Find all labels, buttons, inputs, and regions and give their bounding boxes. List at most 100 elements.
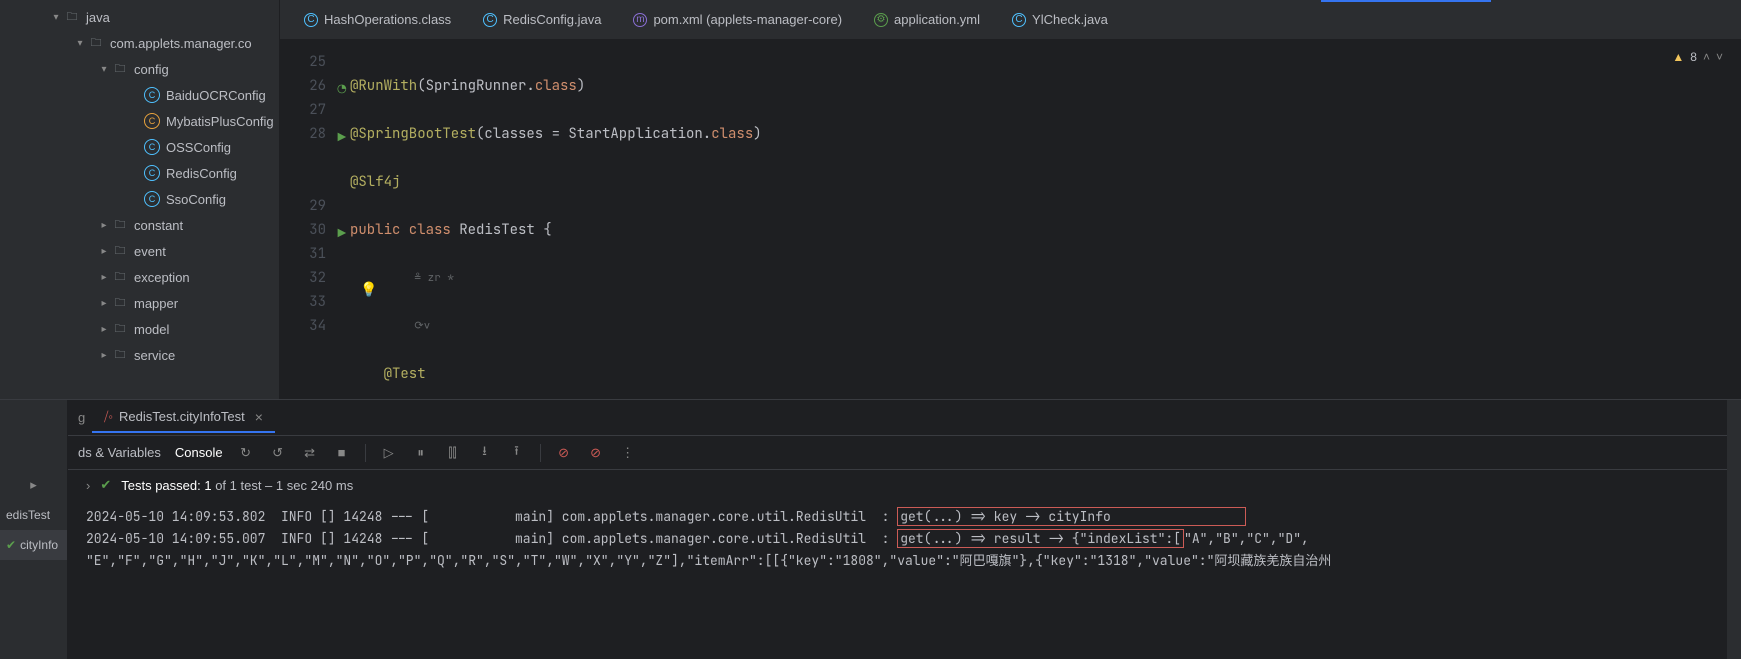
toggle-icon[interactable]: ⇄	[301, 444, 319, 462]
tree-item[interactable]: ▾🗀config	[0, 56, 279, 82]
line-number[interactable]: 28▶	[280, 122, 326, 146]
chevron-icon[interactable]: ▾	[48, 12, 64, 23]
line-number[interactable]	[280, 170, 326, 194]
chevron-icon[interactable]: ▸	[96, 246, 112, 257]
editor-tab[interactable]: CRedisConfig.java	[469, 0, 615, 39]
tree-item[interactable]: ▾🗀com.applets.manager.co	[0, 30, 279, 56]
tree-label: model	[134, 322, 169, 337]
scrollbar[interactable]: ▲ 8 ˄ ˅	[1729, 40, 1741, 399]
file-type-icon: C	[304, 13, 318, 27]
log-highlight: get(...) => result -> {"indexList":[	[897, 529, 1184, 548]
editor-tab[interactable]: ⚙application.yml	[860, 0, 994, 39]
line-number[interactable]	[280, 338, 326, 362]
line-number[interactable]: 26◔	[280, 74, 326, 98]
chevron-right-icon[interactable]: ›	[86, 478, 90, 493]
line-number[interactable]: 27	[280, 98, 326, 122]
chevron-icon[interactable]: ▾	[96, 64, 112, 75]
tree-item[interactable]: C SsoConfig	[0, 186, 279, 212]
rerun-failed-icon[interactable]: ↺	[269, 444, 287, 462]
test-node-method[interactable]: ✔cityInfo	[0, 530, 67, 560]
tree-label: exception	[134, 270, 190, 285]
line-number[interactable]: 29	[280, 194, 326, 218]
chevron-down-icon[interactable]: ˅	[1716, 50, 1723, 64]
tree-item[interactable]: ▾🗀 java	[0, 4, 279, 30]
tree-label: com.applets.manager.co	[110, 36, 252, 51]
line-number[interactable]: 31	[280, 242, 326, 266]
line-number[interactable]: 34	[280, 314, 326, 338]
run-gutter-icon[interactable]: ▶	[332, 126, 346, 140]
folder-icon: 🗀	[112, 347, 128, 363]
console-tab[interactable]: Console	[175, 445, 223, 460]
editor-area: C HashOperations.class CRedisConfig.javamp…	[280, 0, 1741, 399]
chevron-icon[interactable]: ▸	[96, 324, 112, 335]
warning-count: 8	[1690, 50, 1697, 64]
chevron-icon[interactable]: ▸	[96, 350, 112, 361]
close-icon[interactable]: ×	[255, 409, 263, 425]
tree-item[interactable]: CMybatisPlusConfig	[0, 108, 279, 134]
download-icon[interactable]: ⭳	[476, 444, 494, 462]
tree-item[interactable]: ▸🗀event	[0, 238, 279, 264]
chevron-icon[interactable]: ▸	[96, 220, 112, 231]
vcs-gutter-icon[interactable]: ◔	[332, 78, 346, 92]
rerun-icon[interactable]: ↻	[237, 444, 255, 462]
line-number[interactable]: 32	[280, 266, 326, 290]
run-gutter-icon[interactable]: ▶	[332, 222, 346, 236]
tree-label: BaiduOCRConfig	[166, 88, 266, 103]
layout-icon[interactable]: ⫿⫿	[444, 444, 462, 462]
tree-label: OSSConfig	[166, 140, 231, 155]
upload-icon[interactable]: ⭱	[508, 444, 526, 462]
test-status-bar: › ✔ Tests passed: 1 of 1 test – 1 sec 24…	[68, 470, 1727, 500]
intention-bulb-icon[interactable]: 💡	[360, 278, 377, 302]
line-number[interactable]: 33	[280, 290, 326, 314]
editor-tabs: C HashOperations.class CRedisConfig.javamp…	[280, 0, 1741, 40]
console-output[interactable]: 2024-05-10 14:09:53.802 INFO [] 14248 --…	[68, 500, 1727, 659]
clear-icon[interactable]: ⊘	[587, 444, 605, 462]
code-editor[interactable]: @RunWith(SpringRunner.class) @SpringBoot…	[350, 40, 1729, 399]
tree-label: SsoConfig	[166, 192, 226, 207]
tree-item[interactable]: ▸🗀mapper	[0, 290, 279, 316]
author-hint: ≗ zr *	[350, 266, 1729, 290]
folder-icon: 🗀	[64, 9, 80, 25]
tree-item[interactable]: ▸🗀exception	[0, 264, 279, 290]
chevron-up-icon[interactable]: ˄	[1703, 50, 1710, 64]
pause-icon[interactable]: ⏸	[412, 444, 430, 462]
folder-icon: 🗀	[112, 321, 128, 337]
tree-item[interactable]: COSSConfig	[0, 134, 279, 160]
inspection-badge[interactable]: ▲ 8 ˄ ˅	[1672, 50, 1723, 64]
line-number[interactable]: 30▶	[280, 218, 326, 242]
tab-label: RedisConfig.java	[503, 12, 601, 27]
class-icon: C	[144, 191, 160, 207]
filter-icon[interactable]: ⊘	[555, 444, 573, 462]
tab-label: HashOperations.class	[324, 12, 451, 27]
tree-item[interactable]: CRedisConfig	[0, 160, 279, 186]
scrollbar[interactable]	[1727, 400, 1741, 659]
line-number[interactable]	[280, 146, 326, 170]
chevron-icon[interactable]: ▸	[96, 272, 112, 283]
tree-item[interactable]: CBaiduOCRConfig	[0, 82, 279, 108]
folder-icon: 🗀	[112, 61, 128, 77]
class-icon: C	[144, 113, 160, 129]
editor-tab[interactable]: C HashOperations.class	[290, 0, 465, 39]
threads-tab[interactable]: ds & Variables	[78, 445, 161, 460]
annotation: @Slf4j	[350, 173, 400, 191]
step-icon[interactable]: ▷	[380, 444, 398, 462]
test-node-class[interactable]: edisTest	[0, 500, 67, 530]
tree-item[interactable]: ▸🗀service	[0, 342, 279, 368]
chevron-icon[interactable]: ▾	[72, 38, 88, 49]
tree-label: constant	[134, 218, 183, 233]
line-number[interactable]: 25	[280, 50, 326, 74]
check-icon: ✔	[6, 538, 16, 552]
tree-item[interactable]: ▸🗀constant	[0, 212, 279, 238]
file-type-icon: ⚙	[874, 13, 888, 27]
chevron-icon[interactable]: ▸	[96, 298, 112, 309]
run-config-tab[interactable]: ⧸◦ RedisTest.cityInfoTest ×	[92, 403, 275, 433]
editor-tab[interactable]: CYlCheck.java	[998, 0, 1122, 39]
more-icon[interactable]: ⋮	[619, 444, 637, 462]
tree-item[interactable]: ▸🗀 model	[0, 316, 279, 342]
tree-label: java	[86, 10, 110, 25]
stop-icon[interactable]: ■	[333, 444, 351, 462]
line-number[interactable]	[280, 362, 326, 386]
expand-icon[interactable]: ▸	[0, 470, 67, 500]
folder-icon: 🗀	[112, 243, 128, 259]
editor-tab[interactable]: mpom.xml (applets-manager-core)	[619, 0, 856, 39]
